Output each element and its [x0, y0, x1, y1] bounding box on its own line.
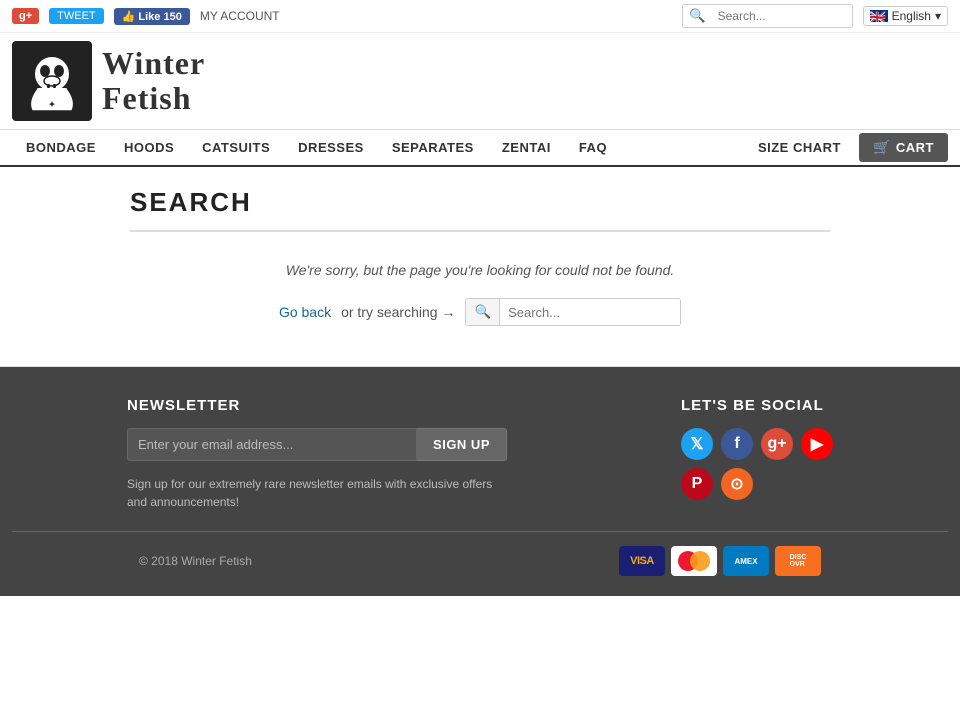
newsletter-description: Sign up for our extremely rare newslette… [127, 475, 507, 511]
gplus-icon: g+ [19, 10, 32, 22]
cart-label: CART [896, 140, 934, 155]
flag-icon [870, 10, 888, 22]
nav-item-hoods[interactable]: HOODS [110, 130, 188, 165]
nav-item-bondage[interactable]: BONDAGE [12, 130, 110, 165]
or-try-text: or try searching → [341, 304, 455, 320]
fb-like-label: 👍 Like 150 [122, 10, 182, 23]
facebook-like[interactable]: 👍 Like 150 [114, 8, 190, 25]
language-label: English [892, 9, 931, 23]
header-search-wrap: 🔍 [682, 4, 853, 28]
header-search-input[interactable] [712, 6, 852, 26]
nav-item-zentai[interactable]: ZENTAI [488, 130, 565, 165]
language-selector[interactable]: English ▾ [863, 6, 948, 26]
logo[interactable]: ✦ Winter Fetish [12, 41, 205, 121]
social-icons-row-2: P ⊙ [681, 468, 833, 500]
nav-item-dresses[interactable]: DRESSES [284, 130, 378, 165]
email-input-row: SIGN UP [127, 428, 507, 461]
svg-text:✦: ✦ [49, 100, 56, 109]
sign-up-button[interactable]: SIGN UP [417, 428, 507, 461]
mastercard-icon [671, 546, 717, 576]
footer-inner: NEWSLETTER SIGN UP Sign up for our extre… [12, 397, 948, 511]
inline-search-icon-button[interactable]: 🔍 [466, 299, 500, 325]
cart-icon: 🛒 [873, 139, 891, 156]
footer: NEWSLETTER SIGN UP Sign up for our extre… [0, 367, 960, 596]
search-heading: SEARCH [130, 187, 830, 232]
google-plus-button[interactable]: g+ [12, 8, 39, 24]
footer-bottom: © 2018 Winter Fetish VISA AMEX DISCOVR [12, 531, 948, 576]
site-name: Winter Fetish [102, 46, 205, 116]
amex-card-icon: AMEX [723, 546, 769, 576]
main-nav: BONDAGE HOODS CATSUITS DRESSES SEPARATES… [0, 130, 960, 167]
my-account-link[interactable]: MY ACCOUNT [200, 9, 280, 23]
rss-icon[interactable]: ⊙ [721, 468, 753, 500]
language-arrow-icon: ▾ [935, 9, 941, 23]
visa-card-icon: VISA [619, 546, 665, 576]
email-input[interactable] [127, 428, 417, 461]
facebook-icon[interactable]: f [721, 428, 753, 460]
social-section: LET'S BE SOCIAL 𝕏 f g+ ▶ P ⊙ [681, 397, 833, 511]
top-bar-left: g+ TWEET 👍 Like 150 MY ACCOUNT [12, 8, 280, 25]
nav-item-catsuits[interactable]: CATSUITS [188, 130, 284, 165]
top-bar-right: 🔍 English ▾ [682, 4, 948, 28]
google-plus-social-icon[interactable]: g+ [761, 428, 793, 460]
search-again-row: Go back or try searching → 🔍 [130, 298, 830, 326]
inline-search-input[interactable] [500, 300, 680, 325]
social-icons-row-1: 𝕏 f g+ ▶ [681, 428, 833, 460]
copyright: © 2018 Winter Fetish [139, 554, 252, 568]
newsletter-title: NEWSLETTER [127, 397, 507, 414]
top-bar: g+ TWEET 👍 Like 150 MY ACCOUNT 🔍 English… [0, 0, 960, 33]
youtube-icon[interactable]: ▶ [801, 428, 833, 460]
tweet-label: TWEET [57, 10, 96, 22]
payment-icons: VISA AMEX DISCOVR [619, 546, 821, 576]
logo-image: ✦ [12, 41, 92, 121]
header-search-icon-button[interactable]: 🔍 [683, 5, 712, 27]
content-area: SEARCH We're sorry, but the page you're … [0, 167, 960, 367]
nav-item-faq[interactable]: FAQ [565, 130, 621, 165]
discover-card-icon: DISCOVR [775, 546, 821, 576]
tweet-button[interactable]: TWEET [49, 8, 104, 24]
main-header: ✦ Winter Fetish [0, 33, 960, 130]
cart-button[interactable]: 🛒 CART [859, 133, 948, 162]
size-chart-button[interactable]: SIZE CHART [744, 134, 855, 161]
inline-search-wrap: 🔍 [465, 298, 681, 326]
twitter-icon[interactable]: 𝕏 [681, 428, 713, 460]
mastercard-circles [678, 551, 710, 571]
nav-right-group: SIZE CHART 🛒 CART [744, 133, 948, 162]
social-title: LET'S BE SOCIAL [681, 397, 833, 414]
pinterest-icon[interactable]: P [681, 468, 713, 500]
newsletter-section: NEWSLETTER SIGN UP Sign up for our extre… [127, 397, 507, 511]
nav-item-separates[interactable]: SEPARATES [378, 130, 488, 165]
go-back-link[interactable]: Go back [279, 304, 331, 320]
not-found-message: We're sorry, but the page you're looking… [130, 262, 830, 278]
